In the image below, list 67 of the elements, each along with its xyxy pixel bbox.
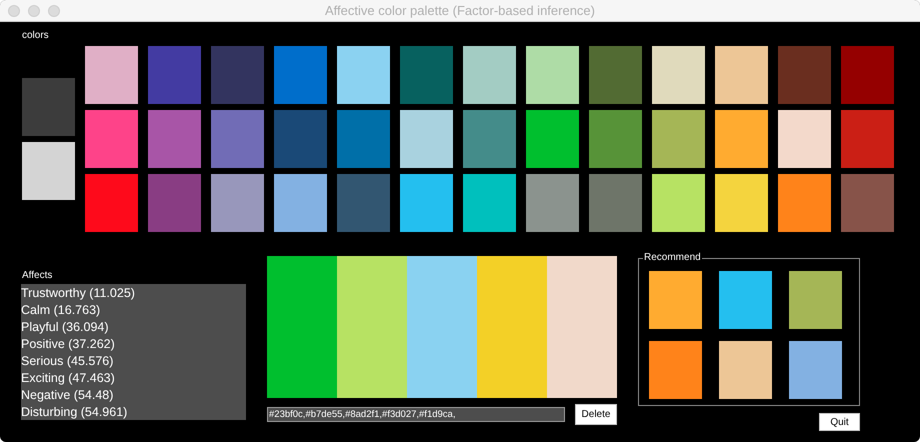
color-swatch[interactable] [715,110,768,168]
color-swatch[interactable] [715,174,768,232]
section-label: colors [22,30,49,42]
palette-color-bar[interactable] [337,256,407,398]
color-swatch[interactable] [400,46,453,104]
color-swatch[interactable] [211,110,264,168]
recommended-swatch[interactable] [789,271,842,329]
affect-item[interactable]: Disturbing (54.961) [21,404,128,421]
color-swatch[interactable] [463,110,516,168]
affect-item[interactable]: Playful (36.094) [21,319,109,336]
color-swatch[interactable] [337,174,390,232]
color-swatch[interactable] [211,174,264,232]
color-swatch[interactable] [526,110,579,168]
quit-button[interactable]: Quit [819,413,860,431]
window-control-icon[interactable] [48,4,60,16]
color-swatch[interactable] [841,46,894,104]
affect-item[interactable]: Calm (16.763) [21,302,100,319]
color-swatch[interactable] [841,174,894,232]
color-swatch[interactable] [85,46,138,104]
recommended-swatch[interactable] [719,271,772,329]
color-swatch[interactable] [589,174,642,232]
color-swatch[interactable] [85,174,138,232]
palette-code-field[interactable]: #23bf0c,#b7de55,#8ad2f1,#f3d027,#f1d9ca, [267,407,565,422]
color-swatch[interactable] [211,46,264,104]
color-swatch[interactable] [85,110,138,168]
palette-color-bar[interactable] [267,256,337,398]
recommended-swatch[interactable] [719,341,772,399]
color-swatch[interactable] [400,174,453,232]
delete-button[interactable]: Delete [575,404,617,425]
color-swatch[interactable] [274,110,327,168]
color-swatch[interactable] [652,46,705,104]
color-swatch[interactable] [652,110,705,168]
affect-item[interactable]: Positive (37.262) [21,336,115,353]
section-label: Affects [21,270,52,282]
window-control-icon[interactable] [8,4,20,16]
affect-item[interactable]: Serious (45.576) [21,353,114,370]
recommended-swatch[interactable] [649,271,702,329]
window-title: Affective color palette (Factor-based inference) [324,2,595,20]
palette-color-bar[interactable] [407,256,477,398]
recommended-swatch[interactable] [649,341,702,399]
palette-color-bar[interactable] [477,256,547,398]
color-swatch[interactable] [463,174,516,232]
color-swatch[interactable] [778,110,831,168]
color-swatch[interactable] [841,110,894,168]
affect-item[interactable]: Negative (54.48) [21,387,114,404]
color-swatch[interactable] [778,174,831,232]
color-swatch[interactable] [148,174,201,232]
color-swatch[interactable] [715,46,768,104]
recommended-swatch[interactable] [789,341,842,399]
color-swatch[interactable] [463,46,516,104]
color-swatch[interactable] [526,174,579,232]
color-swatch[interactable] [526,46,579,104]
palette-color-bar[interactable] [547,256,617,398]
window-control-icon[interactable] [28,4,40,16]
affect-item[interactable]: Trustworthy (11.025) [21,285,135,302]
color-swatch[interactable] [337,110,390,168]
color-swatch[interactable] [274,46,327,104]
color-swatch[interactable] [274,174,327,232]
color-swatch[interactable] [589,46,642,104]
color-swatch[interactable] [148,110,201,168]
color-swatch[interactable] [148,46,201,104]
color-swatch[interactable] [337,46,390,104]
color-swatch[interactable] [652,174,705,232]
color-swatch[interactable] [778,46,831,104]
affect-item[interactable]: Exciting (47.463) [21,370,115,387]
color-swatch[interactable] [589,110,642,168]
color-swatch[interactable] [400,110,453,168]
